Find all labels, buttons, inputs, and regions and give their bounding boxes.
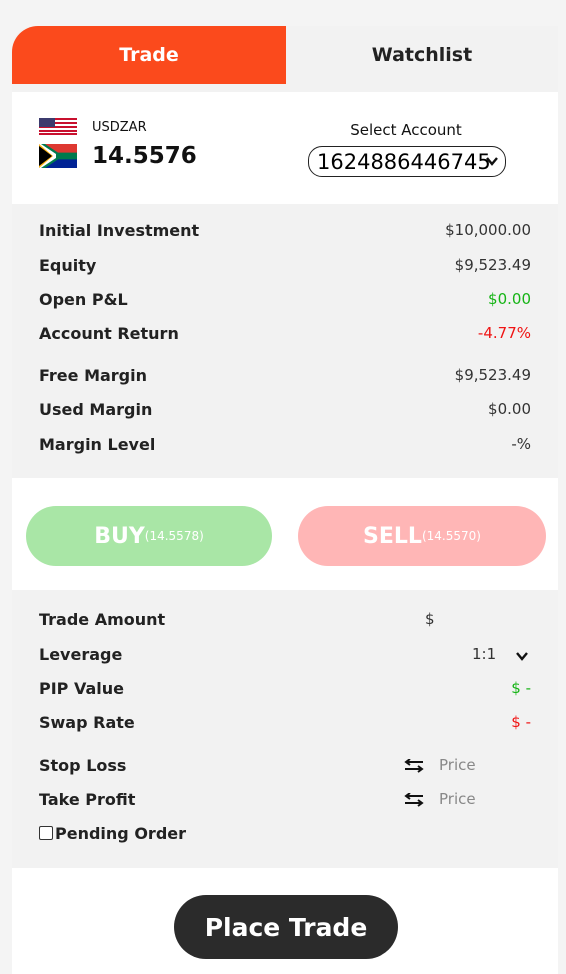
tab-watchlist[interactable]: Watchlist (286, 26, 558, 84)
stat-value: $9,523.49 (454, 366, 531, 384)
sell-button[interactable]: SELL (14.5570) (298, 506, 546, 566)
sell-label: SELL (363, 523, 422, 549)
stat-label: Used Margin (39, 400, 153, 419)
leverage-row[interactable]: Leverage 1:1 (39, 645, 531, 669)
stat-value: $10,000.00 (445, 221, 531, 239)
tab-trade[interactable]: Trade (12, 26, 286, 84)
stat-value: $0.00 (488, 290, 531, 308)
sell-price: (14.5570) (421, 529, 481, 543)
pip-value-label: PIP Value (39, 679, 125, 698)
pip-value-row: PIP Value $ - (39, 679, 531, 703)
chevron-down-icon[interactable] (515, 649, 529, 663)
stop-loss-row: Stop Loss Price (39, 756, 531, 780)
instrument-header: USDZAR 14.5576 Select Account 1624886446… (12, 92, 558, 204)
select-account-label: Select Account (350, 121, 462, 139)
stat-value: $0.00 (488, 400, 531, 418)
swap-arrows-icon[interactable] (403, 759, 425, 773)
us-flag-icon (39, 118, 77, 135)
place-trade-button[interactable]: Place Trade (174, 895, 398, 959)
leverage-label: Leverage (39, 645, 123, 664)
stat-label: Equity (39, 256, 97, 275)
pending-order-checkbox[interactable] (39, 826, 53, 840)
take-profit-price-input[interactable]: Price (439, 790, 476, 808)
tab-bar: Trade Watchlist (12, 26, 558, 84)
za-flag-icon (39, 144, 77, 168)
swap-rate-row: Swap Rate $ - (39, 713, 531, 737)
stat-used-margin: Used Margin $0.00 (39, 400, 531, 424)
trade-panel: Trade Watchlist USDZAR 14.5576 Select Ac… (12, 26, 558, 974)
trade-amount-row: Trade Amount $ (39, 610, 531, 634)
stat-label: Account Return (39, 324, 179, 343)
pip-value: $ - (511, 679, 531, 697)
stat-value: -4.77% (477, 324, 531, 342)
pending-order-row[interactable]: Pending Order (39, 824, 531, 848)
swap-arrows-icon[interactable] (403, 793, 425, 807)
chevron-down-icon (486, 157, 498, 166)
stat-margin-level: Margin Level -% (39, 435, 531, 459)
stat-free-margin: Free Margin $9,523.49 (39, 366, 531, 390)
stat-label: Initial Investment (39, 221, 200, 240)
stat-label: Open P&L (39, 290, 128, 309)
symbol-label: USDZAR (92, 120, 147, 135)
stat-label: Margin Level (39, 435, 156, 454)
trade-amount-label: Trade Amount (39, 610, 166, 629)
stat-account-return: Account Return -4.77% (39, 324, 531, 348)
pending-order-label[interactable]: Pending Order (55, 824, 186, 843)
buy-price: (14.5578) (144, 529, 204, 543)
symbol-rate: 14.5576 (92, 143, 197, 169)
stat-label: Free Margin (39, 366, 148, 385)
stat-value: $9,523.49 (454, 256, 531, 274)
take-profit-label: Take Profit (39, 790, 136, 809)
stop-loss-price-input[interactable]: Price (439, 756, 476, 774)
buy-sell-card: BUY (14.5578) SELL (14.5570) (12, 478, 558, 590)
swap-rate-label: Swap Rate (39, 713, 135, 732)
buy-label: BUY (94, 523, 145, 549)
stat-equity: Equity $9,523.49 (39, 256, 531, 280)
swap-rate-value: $ - (511, 713, 531, 731)
stat-value: -% (511, 435, 531, 453)
place-trade-card: Place Trade (12, 868, 558, 974)
trade-amount-currency: $ (425, 610, 435, 628)
leverage-value[interactable]: 1:1 (472, 645, 496, 663)
take-profit-row: Take Profit Price (39, 790, 531, 814)
buy-button[interactable]: BUY (14.5578) (26, 506, 272, 566)
stop-loss-label: Stop Loss (39, 756, 127, 775)
stat-initial-investment: Initial Investment $10,000.00 (39, 221, 531, 245)
stat-open-pl: Open P&L $0.00 (39, 290, 531, 314)
account-select[interactable]: 1624886446745 (308, 146, 506, 177)
account-select-value: 1624886446745 (317, 149, 491, 174)
